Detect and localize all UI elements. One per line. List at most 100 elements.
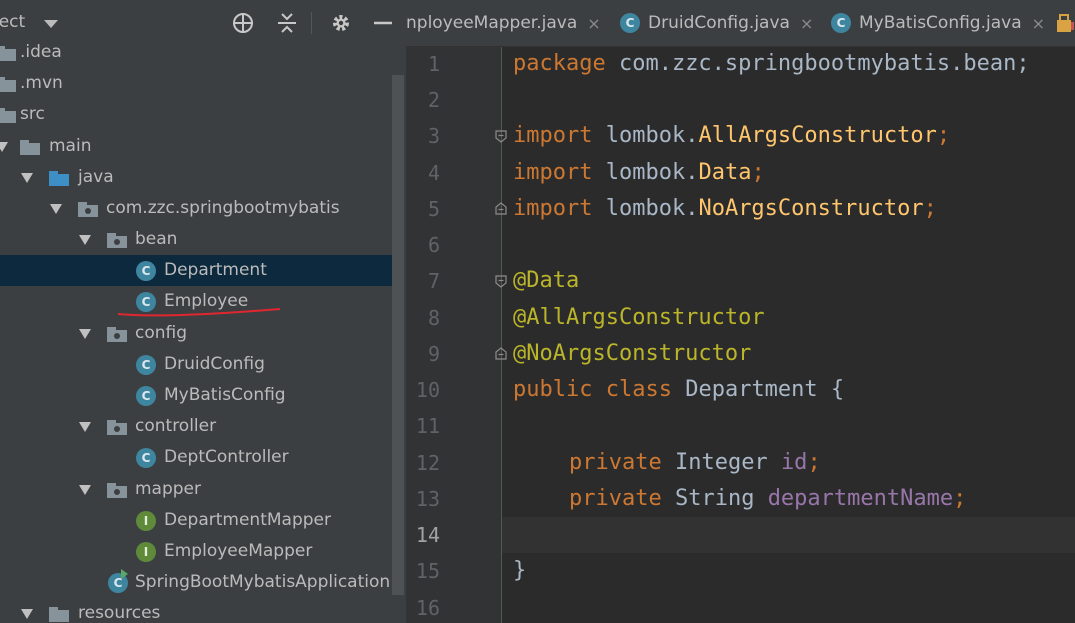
tree-item-src[interactable]: src bbox=[0, 99, 395, 130]
close-icon[interactable]: × bbox=[800, 14, 813, 33]
code-line-8: @AllArgsConstructor bbox=[513, 305, 765, 330]
line-number: 3 bbox=[427, 124, 440, 148]
scrollbar[interactable] bbox=[392, 75, 404, 595]
expand-arrow-icon[interactable] bbox=[0, 142, 8, 152]
class-icon: C bbox=[831, 13, 851, 33]
tree-item-java[interactable]: java bbox=[0, 162, 395, 193]
tree-item-label: Department bbox=[164, 260, 267, 280]
interface-icon: I bbox=[136, 511, 156, 531]
line-number: 11 bbox=[415, 414, 440, 438]
resources-folder-icon bbox=[49, 607, 69, 622]
line-number: 10 bbox=[415, 378, 440, 402]
tree-item-mvn[interactable]: .mvn bbox=[0, 68, 395, 99]
tree-item-department[interactable]: C Department bbox=[0, 255, 395, 286]
tree-item-spring-application[interactable]: C SpringBootMybatisApplication bbox=[0, 567, 395, 598]
class-icon: C bbox=[136, 355, 156, 375]
line-number: 1 bbox=[427, 52, 440, 76]
close-icon[interactable]: × bbox=[1032, 14, 1045, 33]
tree-item-label: resources bbox=[78, 603, 161, 623]
tree-item-druidconfig[interactable]: C DruidConfig bbox=[0, 349, 395, 380]
tree-item-deptcontroller[interactable]: C DeptController bbox=[0, 442, 395, 473]
folder-icon bbox=[0, 108, 16, 123]
tree-item-label: mapper bbox=[135, 479, 202, 499]
fold-end-marker-icon[interactable] bbox=[495, 202, 507, 215]
class-icon: C bbox=[136, 386, 156, 406]
code-line-3: import lombok.AllArgsConstructor; bbox=[513, 118, 950, 154]
code-line-5: import lombok.NoArgsConstructor; bbox=[513, 191, 937, 227]
class-icon: C bbox=[136, 448, 156, 468]
class-reference: NoArgsConstructor bbox=[698, 196, 924, 221]
code-line-15: } bbox=[513, 558, 527, 583]
line-number: 4 bbox=[427, 161, 440, 185]
expand-arrow-icon[interactable] bbox=[79, 422, 91, 432]
expand-arrow-icon[interactable] bbox=[79, 329, 91, 339]
fold-marker-icon[interactable] bbox=[495, 130, 507, 143]
class-declaration: Department { bbox=[671, 377, 845, 402]
tree-item-main[interactable]: main bbox=[0, 131, 395, 162]
code-text: lombok. bbox=[592, 160, 699, 185]
expand-arrow-icon[interactable] bbox=[21, 173, 33, 183]
line-number: 13 bbox=[415, 487, 440, 511]
minimize-icon[interactable] bbox=[370, 10, 396, 36]
tab-druidconfig[interactable]: C DruidConfig.java × bbox=[620, 0, 813, 46]
fold-marker-icon[interactable] bbox=[495, 275, 507, 288]
keyword: public bbox=[513, 377, 593, 402]
tree-item-mapper[interactable]: mapper bbox=[0, 474, 395, 505]
keyword: import bbox=[513, 196, 593, 221]
code-editor[interactable]: 1 2 3 4 5 6 7 8 9 10 11 12 13 14 15 16 p… bbox=[406, 47, 1075, 623]
code-line-4: import lombok.Data; bbox=[513, 155, 765, 191]
tree-item-controller[interactable]: controller bbox=[0, 411, 395, 442]
tree-item-config[interactable]: config bbox=[0, 318, 395, 349]
tree-item-label: SpringBootMybatisApplication bbox=[135, 572, 391, 592]
current-line-highlight bbox=[502, 517, 1075, 553]
expand-arrow-icon[interactable] bbox=[79, 235, 91, 245]
tab-employeemapper[interactable]: nployeeMapper.java × bbox=[406, 0, 601, 46]
line-number-current: 14 bbox=[415, 523, 440, 547]
project-panel-title[interactable]: ject bbox=[0, 12, 25, 32]
gear-icon[interactable] bbox=[328, 10, 354, 36]
collapse-all-icon[interactable] bbox=[274, 10, 300, 36]
expand-arrow-icon[interactable] bbox=[50, 204, 62, 214]
line-number: 5 bbox=[427, 197, 440, 221]
code-text: lombok. bbox=[592, 123, 699, 148]
fold-end-marker-icon[interactable] bbox=[495, 347, 507, 360]
tree-item-label: DeptController bbox=[164, 447, 289, 467]
tab-label: nployeeMapper.java bbox=[406, 13, 578, 33]
package-icon bbox=[107, 420, 127, 435]
keyword: package bbox=[513, 51, 606, 76]
class-reference: AllArgsConstructor bbox=[698, 123, 937, 148]
package-icon bbox=[78, 202, 98, 217]
expand-arrow-icon[interactable] bbox=[79, 485, 91, 495]
view-dropdown-icon[interactable] bbox=[44, 20, 58, 28]
code-text: com.zzc.springbootmybatis.bean; bbox=[605, 51, 1030, 76]
folder-icon bbox=[20, 140, 40, 155]
tree-item-bean[interactable]: bean bbox=[0, 224, 395, 255]
line-number: 12 bbox=[415, 451, 440, 475]
tree-item-mybatisconfig[interactable]: C MyBatisConfig bbox=[0, 380, 395, 411]
line-number: 8 bbox=[427, 306, 440, 330]
keyword: private bbox=[569, 450, 662, 475]
field-name: id bbox=[780, 450, 808, 475]
tree-item-label: config bbox=[135, 323, 188, 343]
tree-item-idea[interactable]: .idea bbox=[0, 37, 395, 68]
tab-mybatisconfig[interactable]: C MyBatisConfig.java × bbox=[831, 0, 1045, 46]
expand-arrow-icon[interactable] bbox=[21, 609, 33, 619]
type-name: String bbox=[661, 486, 768, 511]
tree-item-employeemapper[interactable]: I EmployeeMapper bbox=[0, 536, 395, 567]
tree-item-resources[interactable]: resources bbox=[0, 598, 395, 623]
tree-item-root-package[interactable]: com.zzc.springbootmybatis bbox=[0, 193, 395, 224]
code-line-10: public class Department { bbox=[513, 372, 844, 408]
code-line-9: @NoArgsConstructor bbox=[513, 341, 752, 366]
semicolon: ; bbox=[936, 123, 951, 148]
close-icon[interactable]: × bbox=[587, 14, 600, 33]
code-line-7: @Data bbox=[513, 268, 580, 293]
line-number: 9 bbox=[427, 342, 440, 366]
header-divider bbox=[311, 12, 312, 34]
crosshair-icon[interactable] bbox=[230, 10, 256, 36]
tree-item-departmentmapper[interactable]: I DepartmentMapper bbox=[0, 505, 395, 536]
tree-item-label: EmployeeMapper bbox=[164, 541, 313, 561]
more-tabs-icon[interactable] bbox=[1056, 12, 1074, 34]
package-icon bbox=[107, 483, 127, 498]
class-icon: C bbox=[136, 261, 156, 281]
semicolon: ; bbox=[751, 160, 765, 185]
